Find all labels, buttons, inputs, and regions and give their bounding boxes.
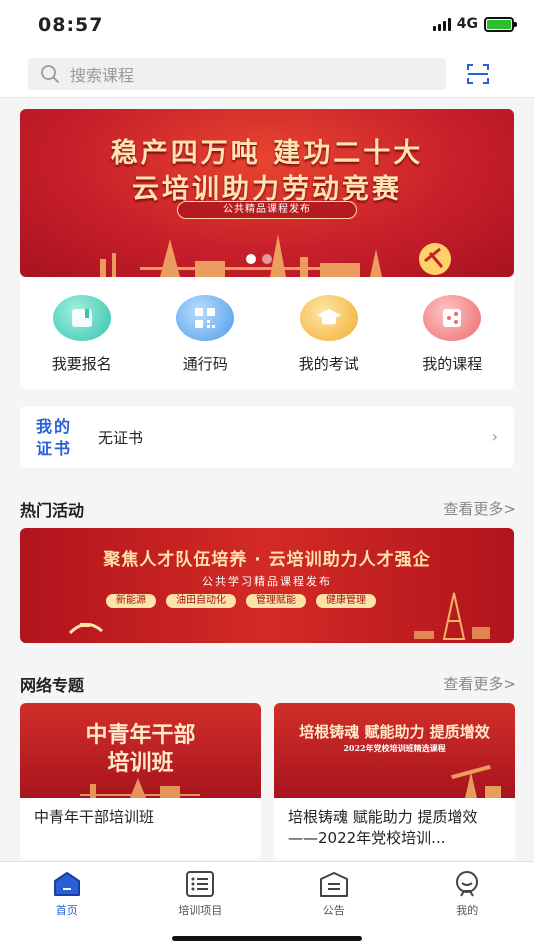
pumpjack-illustration (451, 764, 501, 798)
activity-banner-title: 聚焦人才队伍培养 · 云培训助力人才强企 (103, 550, 431, 570)
activity-tag: 新能源 (106, 594, 156, 608)
qrcode-icon (176, 295, 235, 341)
tab-profile[interactable]: 我的 (401, 862, 534, 950)
quick-actions: 我要报名 通行码 我的考试 我的课程 (20, 277, 514, 389)
home-indicator (172, 936, 362, 941)
quick-exam[interactable]: 我的考试 (267, 277, 391, 389)
quick-signup[interactable]: 我要报名 (20, 277, 144, 389)
activity-tag: 油田自动化 (166, 594, 236, 608)
network-topics-title: 网络专题 (20, 676, 85, 695)
battery-icon (484, 16, 517, 32)
quick-exam-label: 我的考试 (298, 355, 359, 373)
signup-icon (52, 295, 111, 341)
tab-profile-label: 我的 (456, 904, 479, 917)
hot-activities-title: 热门活动 (20, 501, 85, 520)
activity-tags: 新能源 油田自动化 管理赋能 健康管理 (106, 594, 376, 608)
topic-card-caption: 中青年干部培训班 (34, 808, 155, 826)
topic-card-image: 中青年干部 培训班 (20, 703, 261, 798)
banner-dot-2[interactable] (262, 254, 272, 264)
topic-card-image-line1: 培根铸魂 赋能助力 提质增效 (299, 723, 490, 741)
quick-passcode[interactable]: 通行码 (144, 277, 268, 389)
skyline-illustration (80, 778, 200, 798)
network-type: 4G (456, 16, 478, 32)
activity-banner-subtitle: 公共学习精品课程发布 (202, 575, 332, 588)
course-share-icon (423, 295, 482, 341)
chevron-right-icon: › (491, 427, 498, 446)
list-icon (186, 871, 215, 897)
search-icon (41, 65, 59, 83)
topic-card-image: 培根铸魂 赋能助力 提质增效 2022年党校培训班精选课程 (274, 703, 515, 798)
quick-signup-label: 我要报名 (51, 355, 112, 373)
quick-course[interactable]: 我的课程 (391, 277, 515, 389)
oilfield-skyline-illustration (100, 234, 451, 277)
activity-tag: 健康管理 (316, 594, 376, 608)
tab-home[interactable]: 首页 (0, 862, 134, 950)
tab-home-label: 首页 (55, 904, 78, 917)
party-emblem-icon (68, 623, 103, 635)
scan-icon[interactable] (466, 62, 490, 86)
search-input[interactable]: 搜索课程 (28, 58, 446, 90)
status-time: 08:57 (38, 14, 104, 36)
main-banner[interactable]: 稳产四万吨 建功二十大 云培训助力劳动竞赛 公共精品课程发布 (20, 109, 514, 277)
tab-training-projects-label: 培训项目 (178, 904, 223, 917)
topic-card-caption: 培根铸魂 赋能助力 提质增效——2022年党校培训... (288, 808, 478, 847)
search-placeholder: 搜索课程 (70, 66, 135, 85)
topic-card[interactable]: 培根铸魂 赋能助力 提质增效 2022年党校培训班精选课程 培根铸魂 赋能助力 … (274, 703, 515, 860)
notice-icon (319, 872, 348, 897)
network-topics-more[interactable]: 查看更多> (443, 673, 516, 694)
hot-activities-more[interactable]: 查看更多> (443, 498, 516, 519)
topic-card-image-line2: 培训班 (107, 750, 174, 776)
quick-passcode-label: 通行码 (182, 355, 228, 373)
exam-cap-icon (299, 295, 358, 341)
topic-card[interactable]: 中青年干部 培训班 中青年干部培训班 (20, 703, 261, 860)
tab-notice-label: 公告 (322, 904, 345, 917)
banner-title-line1: 稳产四万吨 建功二十大 (110, 138, 424, 169)
status-bar: 08:57 4G (0, 0, 534, 52)
banner-pagination[interactable] (246, 254, 272, 264)
search-header: 搜索课程 (0, 52, 534, 98)
home-icon (53, 872, 80, 896)
status-indicators: 4G (432, 16, 517, 32)
banner-dot-1[interactable] (246, 254, 256, 264)
activity-banner[interactable]: 聚焦人才队伍培养 · 云培训助力人才强企 公共学习精品课程发布 新能源 油田自动… (20, 528, 514, 643)
banner-pill: 公共精品课程发布 (177, 201, 357, 219)
certificate-value: 无证书 (98, 429, 144, 447)
certificate-card[interactable]: 我的证书 无证书 › (20, 406, 514, 468)
profile-icon (456, 871, 479, 897)
quick-course-label: 我的课程 (422, 355, 483, 373)
oil-derrick-illustration (414, 592, 490, 640)
topic-card-image-line2: 2022年党校培训班精选课程 (343, 743, 446, 753)
certificate-title: 我的证书 (36, 417, 73, 458)
activity-tag: 管理赋能 (246, 594, 306, 608)
signal-icon (432, 17, 451, 31)
